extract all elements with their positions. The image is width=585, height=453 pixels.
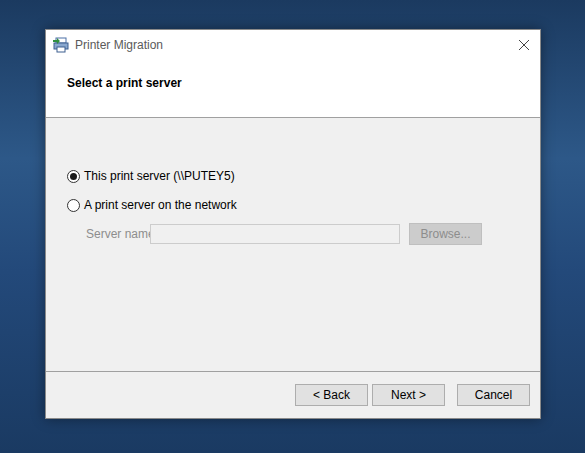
close-icon[interactable] — [518, 39, 530, 51]
server-name-label: Server name: — [86, 225, 150, 243]
radio-dot — [70, 173, 77, 180]
footer-button[interactable]: < Back — [295, 384, 368, 406]
window-title: Printer Migration — [75, 36, 163, 54]
footer-button[interactable]: Next > — [372, 384, 445, 406]
radio-option[interactable]: This print server (\\PUTEY5) — [67, 167, 540, 185]
footer: < BackNext > Cancel — [46, 371, 540, 418]
content: This print server (\\PUTEY5) A print serv… — [46, 118, 540, 371]
radio-label: This print server (\\PUTEY5) — [84, 167, 235, 185]
header-panel: Select a print server — [46, 60, 540, 118]
radio-button[interactable] — [67, 170, 80, 183]
desktop: Printer Migration Select a print server Th… — [0, 0, 585, 453]
browse-button[interactable]: Browse... — [409, 223, 482, 245]
server-name-input[interactable] — [150, 224, 400, 244]
footer-button[interactable]: Cancel — [457, 384, 530, 406]
radio-option[interactable]: A print server on the network — [67, 196, 540, 214]
radio-button[interactable] — [67, 199, 80, 212]
printer-migration-icon — [53, 37, 69, 53]
server-row: Server name: Browse... — [67, 223, 540, 245]
header-title: Select a print server — [67, 76, 182, 90]
title-bar: Printer Migration — [46, 30, 540, 60]
dialog-window: Printer Migration Select a print server Th… — [45, 29, 541, 419]
radio-label: A print server on the network — [84, 196, 237, 214]
